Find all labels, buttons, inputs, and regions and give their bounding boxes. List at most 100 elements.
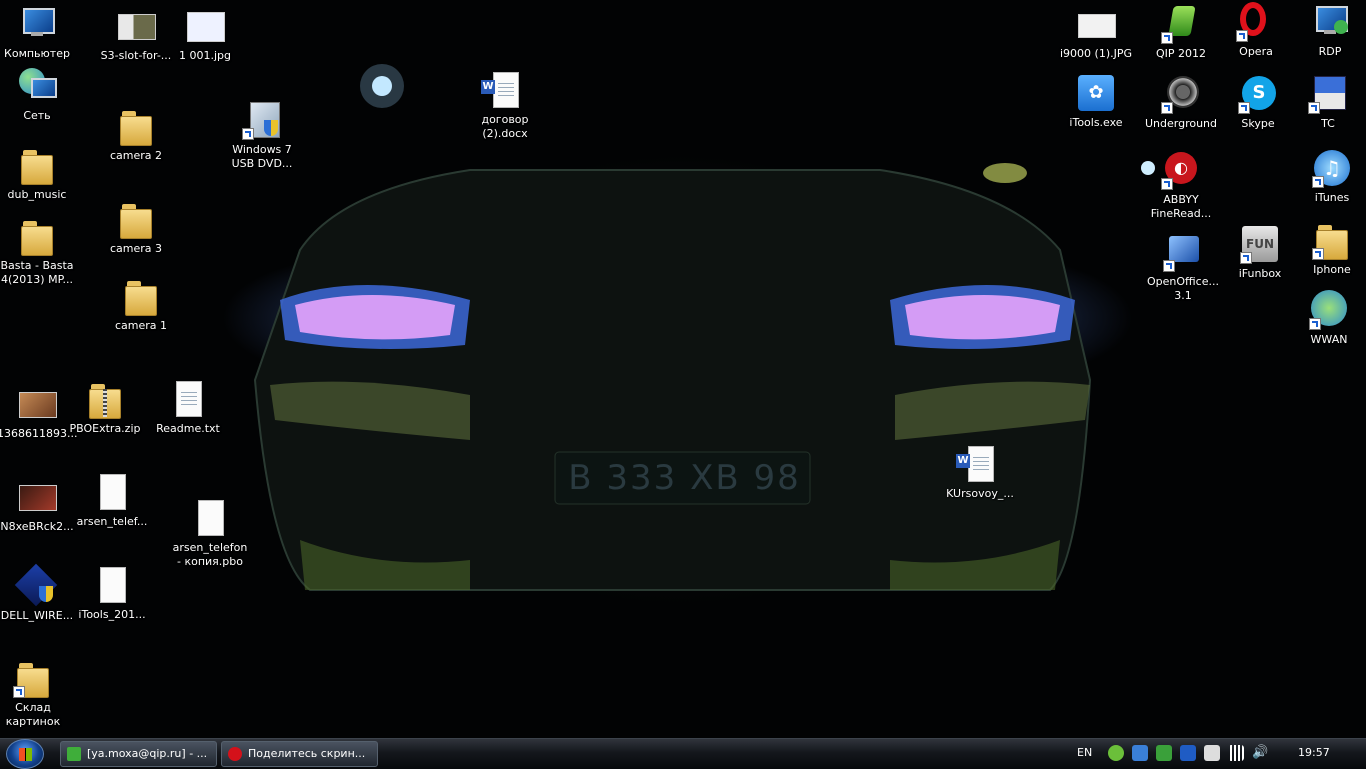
desktop-icon-1-001-jpg[interactable]: 1 001.jpg [165,6,245,63]
desktop-icon-dell-wireless[interactable]: DELL_WIRE... [0,563,77,623]
shortcut-arrow-icon [1309,318,1321,330]
desktop-icon-wwan[interactable]: WWAN [1289,290,1366,347]
network-tray-icon[interactable] [1132,745,1148,761]
icon-label: Склад картинок [5,701,61,728]
desktop-icon-openoffice[interactable]: OpenOffice... 3.1 [1143,232,1223,303]
desktop-icon-windows7-usb-dvd[interactable]: Windows 7 USB DVD... [222,100,302,171]
qip-icon [1161,4,1201,44]
abbyy-icon: ◐ [1161,150,1201,190]
start-button[interactable] [6,739,44,769]
shortcut-arrow-icon [1161,102,1173,114]
desktop-icon-itools-exe[interactable]: ✿ iTools.exe [1056,73,1136,130]
image-file-icon [116,6,156,46]
desktop-icon-rdp[interactable]: RDP [1290,2,1366,59]
icon-label: DELL_WIRE... [0,609,74,622]
underground-icon [1161,74,1201,114]
icon-label: KUrsovoy_... [946,487,1014,500]
clock[interactable]: 19:57 [1298,746,1330,760]
folder-icon [116,106,156,146]
icon-label: i9000 (1).JPG [1059,47,1133,60]
desktop-icon-kursovoy[interactable]: W KUrsovoy_... [940,444,1020,501]
windows-logo-icon [19,748,32,761]
icon-label: 1 001.jpg [178,49,231,62]
desktop-icon-n8xebrck2[interactable]: N8xeBRck2... [0,477,77,534]
icon-label: OpenOffice... 3.1 [1147,275,1219,302]
desktop-icon-itunes[interactable]: ♫ iTunes [1292,148,1366,205]
taskbar-button-qip[interactable]: [ya.moxa@qip.ru] - ... [60,741,217,767]
icon-label: Opera [1239,45,1273,58]
openoffice-icon [1163,232,1203,272]
desktop-icon-qip-2012[interactable]: QIP 2012 [1141,4,1221,61]
display-tray-icon[interactable] [1180,745,1196,761]
icon-label: camera 1 [114,319,168,332]
icon-label: QIP 2012 [1155,47,1207,60]
zip-folder-icon [85,379,125,419]
desktop-icon-abbyy[interactable]: ◐ ABBYY FineRead... [1141,150,1221,221]
desktop-icon-skype[interactable]: S Skype [1218,74,1298,131]
power-tray-icon[interactable] [1204,745,1220,761]
icon-label: camera 2 [109,149,163,162]
shortcut-arrow-icon [1240,252,1252,264]
file-icon [92,472,132,512]
desktop-icon-computer[interactable]: Компьютер [0,4,77,61]
desktop-icon-total-commander[interactable]: TC [1288,74,1366,131]
icon-label: Сеть [23,109,51,122]
desktop-icon-arsen-telef[interactable]: arsen_telef... [72,472,152,529]
desktop-icon-camera-1[interactable]: camera 1 [101,276,181,333]
desktop-icon-camera-3[interactable]: camera 3 [96,199,176,256]
shortcut-arrow-icon [1161,32,1173,44]
desktop-icon-camera-2[interactable]: camera 2 [96,106,176,163]
word-document-icon: W [956,444,1000,484]
taskbar-button-label: Поделитесь скрин... [248,747,366,760]
word-document-icon: W [481,70,525,110]
qip-icon [67,747,81,761]
language-indicator[interactable]: EN [1077,746,1092,760]
signal-tray-icon[interactable] [1228,745,1244,761]
computer-icon [17,4,57,44]
taskbar-button-opera[interactable]: Поделитесь скрин... [221,741,378,767]
desktop-icon-itools-201[interactable]: iTools_201... [72,565,152,622]
icon-label: camera 3 [109,242,163,255]
desktop-icon-opera[interactable]: Opera [1216,2,1296,59]
desktop-icon-dogovor[interactable]: W договор (2).docx [465,70,545,141]
desktop-icon-dub-music[interactable]: dub_music [0,145,77,202]
icon-label: PBOExtra.zip [69,422,141,435]
qip-tray-icon[interactable] [1108,745,1124,761]
file-icon [92,565,132,605]
icon-label: Skype [1241,117,1275,130]
shortcut-arrow-icon [1312,248,1324,260]
desktop-icon-basta[interactable]: Basta - Basta 4(2013) MP... [0,216,77,287]
volume-icon[interactable]: 🔊 [1252,745,1268,761]
wwan-icon [1309,290,1349,330]
device-tray-icon[interactable] [1156,745,1172,761]
taskbar-button-label: [ya.moxa@qip.ru] - ... [87,747,208,760]
desktop-icon-readme[interactable]: Readme.txt [148,379,228,436]
icon-label: Readme.txt [156,422,220,435]
desktop-icon-sklad-kartinok[interactable]: Склад картинок [0,658,73,729]
shortcut-arrow-icon [1308,102,1320,114]
shortcut-arrow-icon [13,686,25,698]
file-icon [190,498,230,538]
desktop-icon-pboextra[interactable]: PBOExtra.zip [65,379,145,436]
desktop-icon-s3-slot[interactable]: S3-slot-for-... [96,6,176,63]
desktop-icon-arsen-telefon-kopiya[interactable]: arsen_telefon - копия.pbo [170,498,250,569]
icon-label: S3-slot-for-... [100,49,172,62]
skype-icon: S [1238,74,1278,114]
shortcut-arrow-icon [1161,178,1173,190]
desktop-icon-iphone[interactable]: Iphone [1292,220,1366,277]
desktop-icon-network[interactable]: Сеть [0,66,77,123]
shortcut-arrow-icon [1238,102,1250,114]
image-file-icon [17,384,57,424]
icon-label: arsen_telefon - копия.pbo [172,541,248,568]
icon-label: iTools_201... [78,608,146,621]
rdp-icon [1310,2,1350,42]
installer-icon [14,563,58,607]
icon-label: arsen_telef... [76,515,148,528]
desktop-icon-i9000-jpg[interactable]: i9000 (1).JPG [1056,4,1136,61]
desktop-icon-ifunbox[interactable]: FUN iFunbox [1220,224,1300,281]
total-commander-icon [1308,74,1348,114]
license-plate-text: В 333 ХВ 98 [568,458,801,498]
itunes-icon: ♫ [1312,148,1352,188]
desktop-icon-underground[interactable]: Underground [1141,74,1221,131]
shortcut-arrow-icon [1163,260,1175,272]
